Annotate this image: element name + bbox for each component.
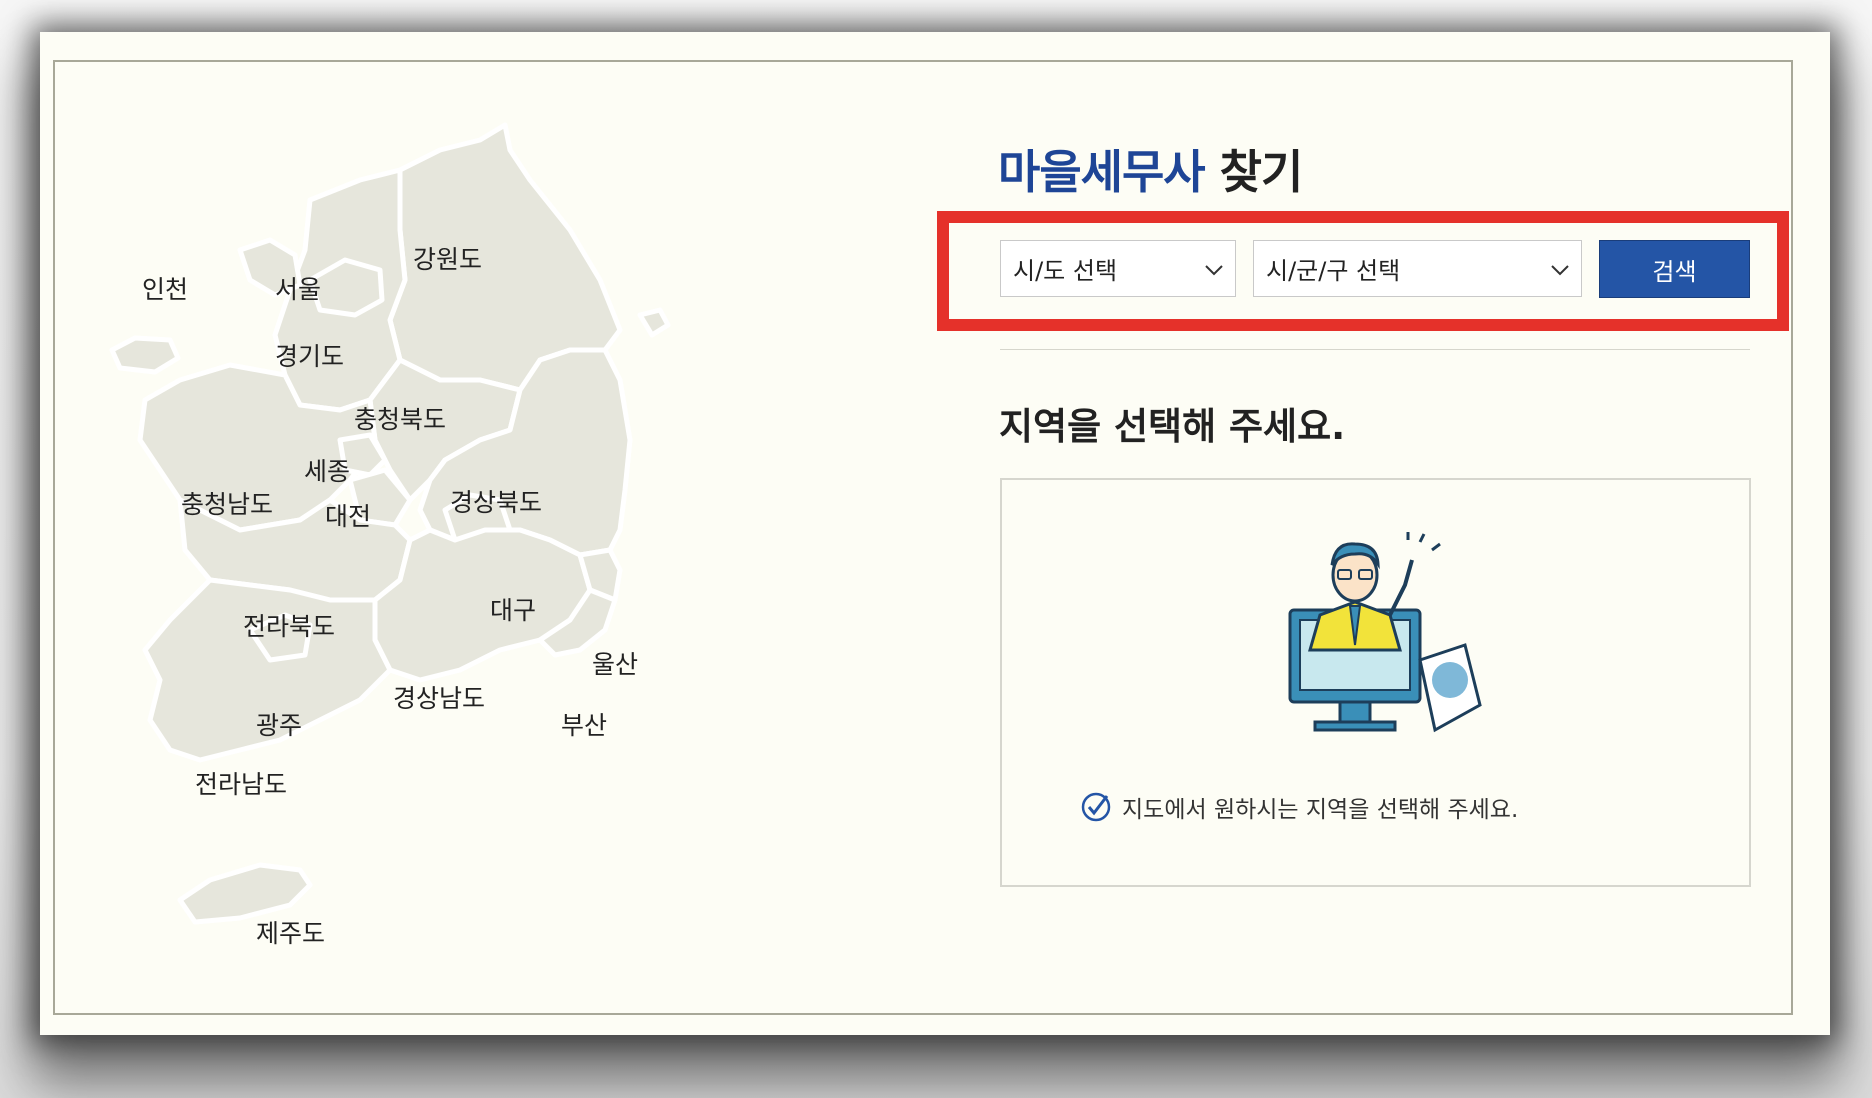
map-label-seoul[interactable]: 서울	[275, 270, 321, 306]
map-label-chungbuk[interactable]: 충청북도	[354, 400, 446, 436]
map-label-daejeon[interactable]: 대전	[325, 497, 371, 533]
map-region-gyeongnam	[372, 527, 593, 683]
page-title-highlight: 마을세무사	[998, 145, 1206, 199]
divider	[1000, 349, 1750, 350]
hint-message: 지도에서 원하시는 지역을 선택해 주세요.	[1080, 790, 1518, 824]
page-title-rest: 찾기	[1204, 145, 1304, 199]
map-label-jeonbuk[interactable]: 전라북도	[243, 607, 335, 643]
province-select-value: 시/도 선택	[1013, 257, 1118, 285]
chevron-down-icon	[1205, 265, 1223, 276]
map-label-gwangju[interactable]: 광주	[256, 706, 302, 742]
tax-advisor-illustration	[1288, 532, 1482, 733]
check-circle-icon	[1081, 792, 1111, 822]
map-label-incheon[interactable]: 인천	[142, 270, 188, 306]
korea-map[interactable]	[100, 110, 700, 990]
district-select-value: 시/군/구 선택	[1266, 257, 1401, 285]
map-label-gyeonggi[interactable]: 경기도	[275, 337, 344, 373]
map-label-sejong[interactable]: 세종	[304, 452, 350, 488]
search-button[interactable]: 검색	[1599, 240, 1750, 298]
map-label-chungnam[interactable]: 충청남도	[181, 485, 273, 521]
chevron-down-icon	[1551, 265, 1569, 276]
map-label-busan[interactable]: 부산	[561, 706, 607, 742]
map-label-gyeongnam[interactable]: 경상남도	[393, 679, 485, 715]
hint-text: 지도에서 원하시는 지역을 선택해 주세요.	[1122, 797, 1519, 823]
map-label-daegu[interactable]: 대구	[490, 591, 536, 627]
map-label-jeonnam[interactable]: 전라남도	[195, 765, 287, 801]
map-label-jeju[interactable]: 제주도	[256, 914, 325, 950]
map-region-ulleung	[637, 307, 671, 338]
map-label-ulsan[interactable]: 울산	[592, 645, 638, 681]
select-region-heading: 지역을 선택해 주세요.	[999, 405, 1346, 448]
province-select[interactable]: 시/도 선택	[1000, 240, 1236, 297]
map-label-gangwon[interactable]: 강원도	[413, 240, 482, 276]
district-select[interactable]: 시/군/구 선택	[1253, 240, 1582, 297]
map-region-incheon-island	[109, 335, 181, 375]
map-label-gyeongbuk[interactable]: 경상북도	[450, 483, 542, 519]
page-title: 마을세무사 찾기	[998, 136, 1304, 202]
